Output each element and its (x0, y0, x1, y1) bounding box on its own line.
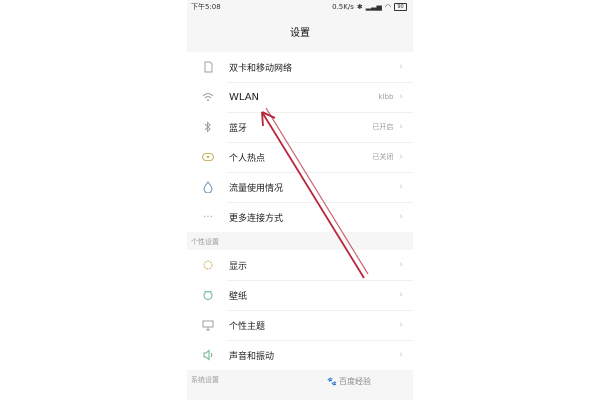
chevron-right-icon: › (399, 122, 403, 132)
row-label: 壁纸 (229, 291, 248, 302)
row-label: WLAN (229, 91, 260, 103)
wifi-status-icon: ◠ (384, 3, 391, 11)
status-bar: 下午5:08 0.5K/s ✱ ▂▃▅ ◠ 90 (187, 0, 413, 14)
left-margin (0, 0, 187, 400)
row-label: 流量使用情况 (229, 183, 284, 194)
settings-row-wlan[interactable]: WLAN klbb › (187, 82, 413, 112)
chevron-right-icon: › (399, 260, 403, 270)
right-margin (413, 0, 600, 400)
chevron-right-icon: › (399, 92, 403, 102)
settings-row-dual-sim[interactable]: 双卡和移动网络 › (187, 52, 413, 82)
settings-row-hotspot[interactable]: 个人热点 已关闭 › (187, 142, 413, 172)
connection-group: 双卡和移动网络 › WLAN klbb › 蓝牙 已开启 › 个人热点 已关闭 … (187, 52, 413, 232)
chevron-right-icon: › (399, 62, 403, 72)
sound-icon (201, 348, 215, 362)
personalization-group: 显示 › 壁纸 › 个性主题 › 声音和振动 › (187, 250, 413, 370)
bluetooth-icon (201, 120, 215, 134)
chevron-right-icon: › (399, 152, 403, 162)
row-label: 蓝牙 (229, 123, 248, 134)
phone-screen: 下午5:08 0.5K/s ✱ ▂▃▅ ◠ 90 设置 双卡和移动网络 › WL… (187, 0, 413, 400)
settings-row-sound[interactable]: 声音和振动 › (187, 340, 413, 370)
settings-row-theme[interactable]: 个性主题 › (187, 310, 413, 340)
display-icon (201, 258, 215, 272)
signal-icon: ▂▃▅ (365, 3, 382, 11)
watermark-text: 百度经验 (338, 377, 371, 386)
settings-row-data-usage[interactable]: 流量使用情况 › (187, 172, 413, 202)
row-label: 双卡和移动网络 (229, 63, 293, 74)
chevron-right-icon: › (399, 182, 403, 192)
network-speed: 0.5K/s (332, 3, 354, 11)
row-label: 更多连接方式 (229, 213, 284, 224)
settings-row-display[interactable]: 显示 › (187, 250, 413, 280)
chevron-right-icon: › (399, 350, 403, 360)
data-usage-icon (201, 180, 215, 194)
page-title: 设置 (187, 14, 413, 48)
watermark: 🐾 百度经验 (327, 376, 371, 387)
settings-row-more-connections[interactable]: ··· 更多连接方式 › (187, 202, 413, 232)
row-label: 个人热点 (229, 153, 266, 164)
chevron-right-icon: › (399, 212, 403, 222)
chevron-right-icon: › (399, 290, 403, 300)
settings-row-wallpaper[interactable]: 壁纸 › (187, 280, 413, 310)
row-label: 个性主题 (229, 321, 266, 332)
chevron-right-icon: › (399, 320, 403, 330)
wallpaper-icon (201, 288, 215, 302)
status-time: 下午5:08 (191, 3, 221, 11)
section-title-personalization: 个性设置 (187, 232, 413, 250)
row-value: klbb (378, 93, 394, 101)
sim-card-icon (201, 60, 215, 74)
row-label: 显示 (229, 261, 248, 272)
battery-icon: 90 (394, 3, 407, 11)
row-value: 已开启 (372, 123, 394, 131)
section-title-system: 系统设置 (187, 370, 413, 388)
more-icon: ··· (203, 211, 213, 223)
bluetooth-status-icon: ✱ (356, 3, 363, 11)
row-label: 声音和振动 (229, 351, 275, 362)
row-value: 已关闭 (372, 153, 394, 161)
settings-row-bluetooth[interactable]: 蓝牙 已开启 › (187, 112, 413, 142)
theme-icon (201, 318, 215, 332)
wifi-icon (201, 90, 215, 104)
paw-icon: 🐾 (327, 377, 337, 386)
hotspot-icon (201, 150, 215, 164)
